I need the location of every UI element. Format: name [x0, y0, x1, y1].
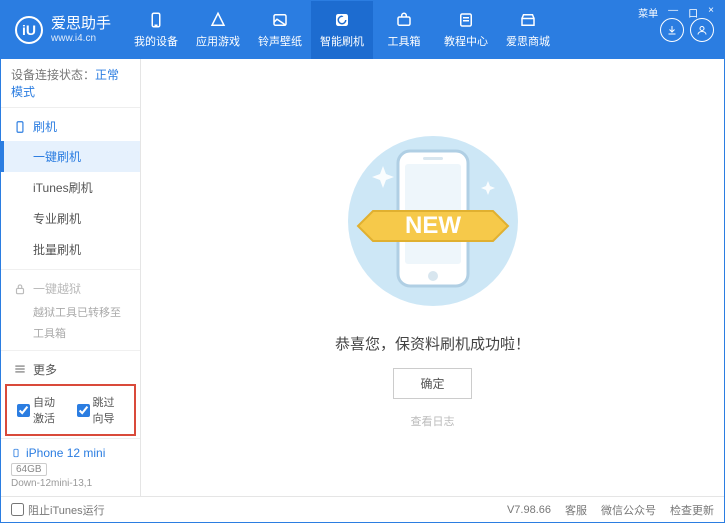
- nav-flash[interactable]: 智能刷机: [311, 1, 373, 59]
- download-icon: [666, 24, 678, 36]
- section-flash: 刷机 一键刷机 iTunes刷机 专业刷机 批量刷机: [1, 108, 140, 270]
- nav-label: 爱思商城: [506, 33, 550, 49]
- lock-icon: [13, 282, 27, 296]
- nav-label: 智能刷机: [320, 33, 364, 49]
- nav-label: 工具箱: [388, 33, 421, 49]
- connection-label: 设备连接状态：: [11, 68, 95, 82]
- sidebar-item-batch-flash[interactable]: 批量刷机: [1, 234, 140, 265]
- section-head-more[interactable]: 更多: [1, 355, 140, 382]
- nav-label: 我的设备: [134, 33, 178, 49]
- section-more: 更多 其他工具 下载固件 高级功能: [1, 351, 140, 382]
- tutorial-icon: [457, 11, 475, 29]
- section-jailbreak: 一键越狱 越狱工具已转移至 工具箱: [1, 270, 140, 351]
- toolbox-icon: [395, 11, 413, 29]
- nav-ringtones[interactable]: 铃声壁纸: [249, 1, 311, 59]
- nav-store[interactable]: 爱思商城: [497, 1, 559, 59]
- right-controls: [660, 18, 724, 42]
- connection-status: 设备连接状态：正常模式: [1, 59, 140, 108]
- device-name-text: iPhone 12 mini: [26, 446, 105, 460]
- app-url: www.i4.cn: [51, 33, 111, 44]
- phone-icon: [147, 11, 165, 29]
- sidebar-item-pro-flash[interactable]: 专业刷机: [1, 203, 140, 234]
- maximize-btn[interactable]: 口: [686, 5, 700, 20]
- success-illustration: NEW: [323, 126, 543, 319]
- auto-activate-checkbox[interactable]: 自动激活: [17, 394, 65, 426]
- sidebar-menu: 刷机 一键刷机 iTunes刷机 专业刷机 批量刷机 一键越狱 越狱工具已转移至…: [1, 108, 140, 382]
- sidebar-item-oneclick-flash[interactable]: 一键刷机: [1, 141, 140, 172]
- logo-block: iU 爱思助手 www.i4.cn: [1, 16, 125, 44]
- auto-activate-input[interactable]: [17, 404, 30, 417]
- block-itunes-input[interactable]: [11, 503, 24, 516]
- app-window: 菜单 — 口 × iU 爱思助手 www.i4.cn 我的设备 应用游戏 铃声壁…: [0, 0, 725, 523]
- body: 设备连接状态：正常模式 刷机 一键刷机 iTunes刷机 专业刷机 批量刷机: [1, 59, 724, 496]
- phone-small-icon: [11, 446, 21, 460]
- device-subtitle: Down-12mini-13,1: [11, 478, 130, 489]
- device-block[interactable]: iPhone 12 mini 64GB Down-12mini-13,1: [1, 438, 140, 496]
- top-nav: 我的设备 应用游戏 铃声壁纸 智能刷机 工具箱 教程中心: [125, 1, 660, 59]
- section-head-flash[interactable]: 刷机: [1, 112, 140, 141]
- svg-text:NEW: NEW: [405, 212, 461, 239]
- success-message: 恭喜您，保资料刷机成功啦！: [335, 333, 530, 354]
- menu-btn[interactable]: 菜单: [636, 5, 660, 20]
- sidebar-item-itunes-flash[interactable]: iTunes刷机: [1, 172, 140, 203]
- nav-tutorials[interactable]: 教程中心: [435, 1, 497, 59]
- section-title: 更多: [33, 361, 57, 378]
- nav-my-device[interactable]: 我的设备: [125, 1, 187, 59]
- version-label: V7.98.66: [507, 504, 551, 516]
- checkbox-label: 阻止iTunes运行: [28, 502, 105, 518]
- download-button[interactable]: [660, 18, 684, 42]
- nav-apps[interactable]: 应用游戏: [187, 1, 249, 59]
- section-title: 一键越狱: [33, 280, 81, 297]
- footer: 阻止iTunes运行 V7.98.66 客服 微信公众号 检查更新: [1, 496, 724, 522]
- skip-guide-input[interactable]: [77, 404, 90, 417]
- block-itunes-checkbox[interactable]: 阻止iTunes运行: [11, 502, 105, 518]
- sidebar: 设备连接状态：正常模式 刷机 一键刷机 iTunes刷机 专业刷机 批量刷机: [1, 59, 141, 496]
- options-row: 自动激活 跳过向导: [5, 384, 136, 436]
- checkbox-label: 跳过向导: [93, 394, 125, 426]
- apps-icon: [209, 11, 227, 29]
- nav-label: 教程中心: [444, 33, 488, 49]
- minimize-btn[interactable]: —: [666, 5, 680, 20]
- jailbreak-note-2: 工具箱: [1, 324, 140, 345]
- nav-label: 铃声壁纸: [258, 33, 302, 49]
- phone-new-icon: NEW: [323, 126, 543, 316]
- window-controls: 菜单 — 口 ×: [636, 5, 716, 20]
- flash-icon: [333, 11, 351, 29]
- jailbreak-note-1: 越狱工具已转移至: [1, 303, 140, 324]
- ok-button[interactable]: 确定: [393, 368, 471, 399]
- phone-outline-icon: [13, 120, 27, 134]
- app-title: 爱思助手: [51, 16, 111, 33]
- footer-link-update[interactable]: 检查更新: [670, 502, 714, 518]
- view-log-link[interactable]: 查看日志: [411, 413, 455, 429]
- close-btn[interactable]: ×: [706, 5, 716, 20]
- main-content: NEW 恭喜您，保资料刷机成功啦！ 确定 查看日志: [141, 59, 724, 496]
- nav-label: 应用游戏: [196, 33, 240, 49]
- titlebar: iU 爱思助手 www.i4.cn 我的设备 应用游戏 铃声壁纸 智能刷机: [1, 1, 724, 59]
- section-head-jailbreak: 一键越狱: [1, 274, 140, 303]
- logo-icon: iU: [15, 16, 43, 44]
- nav-toolbox[interactable]: 工具箱: [373, 1, 435, 59]
- skip-guide-checkbox[interactable]: 跳过向导: [77, 394, 125, 426]
- storage-badge: 64GB: [11, 463, 47, 476]
- footer-link-wechat[interactable]: 微信公众号: [601, 502, 656, 518]
- list-icon: [13, 362, 27, 376]
- account-button[interactable]: [690, 18, 714, 42]
- checkbox-label: 自动激活: [33, 394, 65, 426]
- wallpaper-icon: [271, 11, 289, 29]
- store-icon: [519, 11, 537, 29]
- footer-link-support[interactable]: 客服: [565, 502, 587, 518]
- user-icon: [696, 24, 708, 36]
- section-title: 刷机: [33, 118, 57, 135]
- device-name: iPhone 12 mini: [11, 446, 130, 460]
